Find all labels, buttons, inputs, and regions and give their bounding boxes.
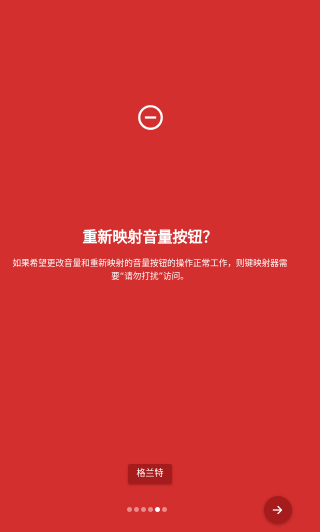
next-button[interactable] — [264, 496, 292, 524]
description-text: 如果希望更改音量和重新映射的音量按钮的操作正常工作，则键映射器需要“请勿打扰”访… — [12, 259, 288, 282]
page-dot — [162, 506, 167, 512]
arrow-right-icon — [272, 505, 283, 515]
page-dot — [134, 506, 139, 512]
grant-button[interactable]: 格兰特 — [128, 464, 172, 484]
remove-circle-icon — [137, 104, 164, 131]
page-dot-active — [155, 506, 160, 512]
page-title: 重新映射音量按钮？ — [82, 228, 218, 246]
page-dot — [141, 506, 146, 512]
page-indicator — [127, 506, 167, 512]
page-dot — [148, 506, 153, 512]
page-dot — [127, 506, 132, 512]
